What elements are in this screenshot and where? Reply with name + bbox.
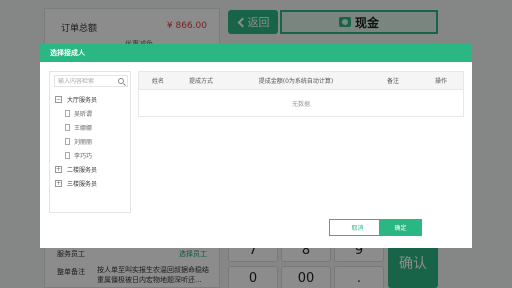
- tree-group-hall[interactable]: − 大厅服务员: [55, 92, 129, 106]
- column-header-name: 姓名: [151, 78, 164, 85]
- column-header-amount: 提成金额(0为系统自动计算): [258, 78, 334, 85]
- table-empty-text: 无数据: [291, 100, 310, 108]
- table-header: 姓名 提成方式 提成金额(0为系统自动计算) 备注 操作: [139, 72, 463, 90]
- tree-group-third-floor[interactable]: + 三楼服务员: [55, 176, 129, 190]
- expand-icon[interactable]: +: [55, 179, 62, 187]
- select-staff-dialog: 选择接成人 − 大厅服务员 吴昕谓 王娜娜 刘丽丽: [40, 44, 472, 248]
- commission-table: 姓名 提成方式 提成金额(0为系统自动计算) 备注 操作 无数据: [138, 71, 464, 117]
- column-header-method: 提成方式: [188, 78, 213, 85]
- tree-leaf-label: 李巧巧: [74, 152, 93, 160]
- staff-tree: − 大厅服务员 吴昕谓 王娜娜 刘丽丽 李巧巧 + 二楼服务员 + 三楼服务员: [55, 92, 129, 190]
- collapse-icon[interactable]: −: [55, 95, 62, 103]
- tree-leaf-label: 王娜娜: [74, 124, 93, 132]
- tree-group-second-floor[interactable]: + 二楼服务员: [55, 162, 129, 176]
- search-input[interactable]: [58, 77, 118, 85]
- expand-icon[interactable]: +: [55, 165, 62, 173]
- tree-group-label: 三楼服务员: [67, 180, 98, 188]
- document-icon: [65, 123, 70, 131]
- document-icon: [65, 151, 70, 159]
- ok-button[interactable]: 确定: [379, 219, 422, 236]
- staff-tree-panel: − 大厅服务员 吴昕谓 王娜娜 刘丽丽 李巧巧 + 二楼服务员: [49, 71, 131, 213]
- cancel-button[interactable]: 取消: [329, 219, 386, 236]
- tree-leaf[interactable]: 王娜娜: [55, 120, 129, 134]
- tree-leaf-label: 刘丽丽: [74, 138, 93, 146]
- column-header-action: 操作: [434, 78, 447, 85]
- tree-group-label: 大厅服务员: [67, 96, 98, 104]
- tree-leaf-label: 吴昕谓: [74, 110, 93, 118]
- tree-leaf[interactable]: 吴昕谓: [55, 106, 129, 120]
- search-box[interactable]: [54, 75, 128, 87]
- tree-group-label: 二楼服务员: [67, 166, 98, 174]
- column-header-remark: 备注: [386, 78, 399, 85]
- tree-leaf[interactable]: 刘丽丽: [55, 134, 129, 148]
- tree-leaf[interactable]: 李巧巧: [55, 148, 129, 162]
- dialog-title: 选择接成人: [40, 44, 472, 62]
- document-icon: [65, 109, 70, 117]
- document-icon: [65, 137, 70, 145]
- search-icon[interactable]: [118, 78, 124, 84]
